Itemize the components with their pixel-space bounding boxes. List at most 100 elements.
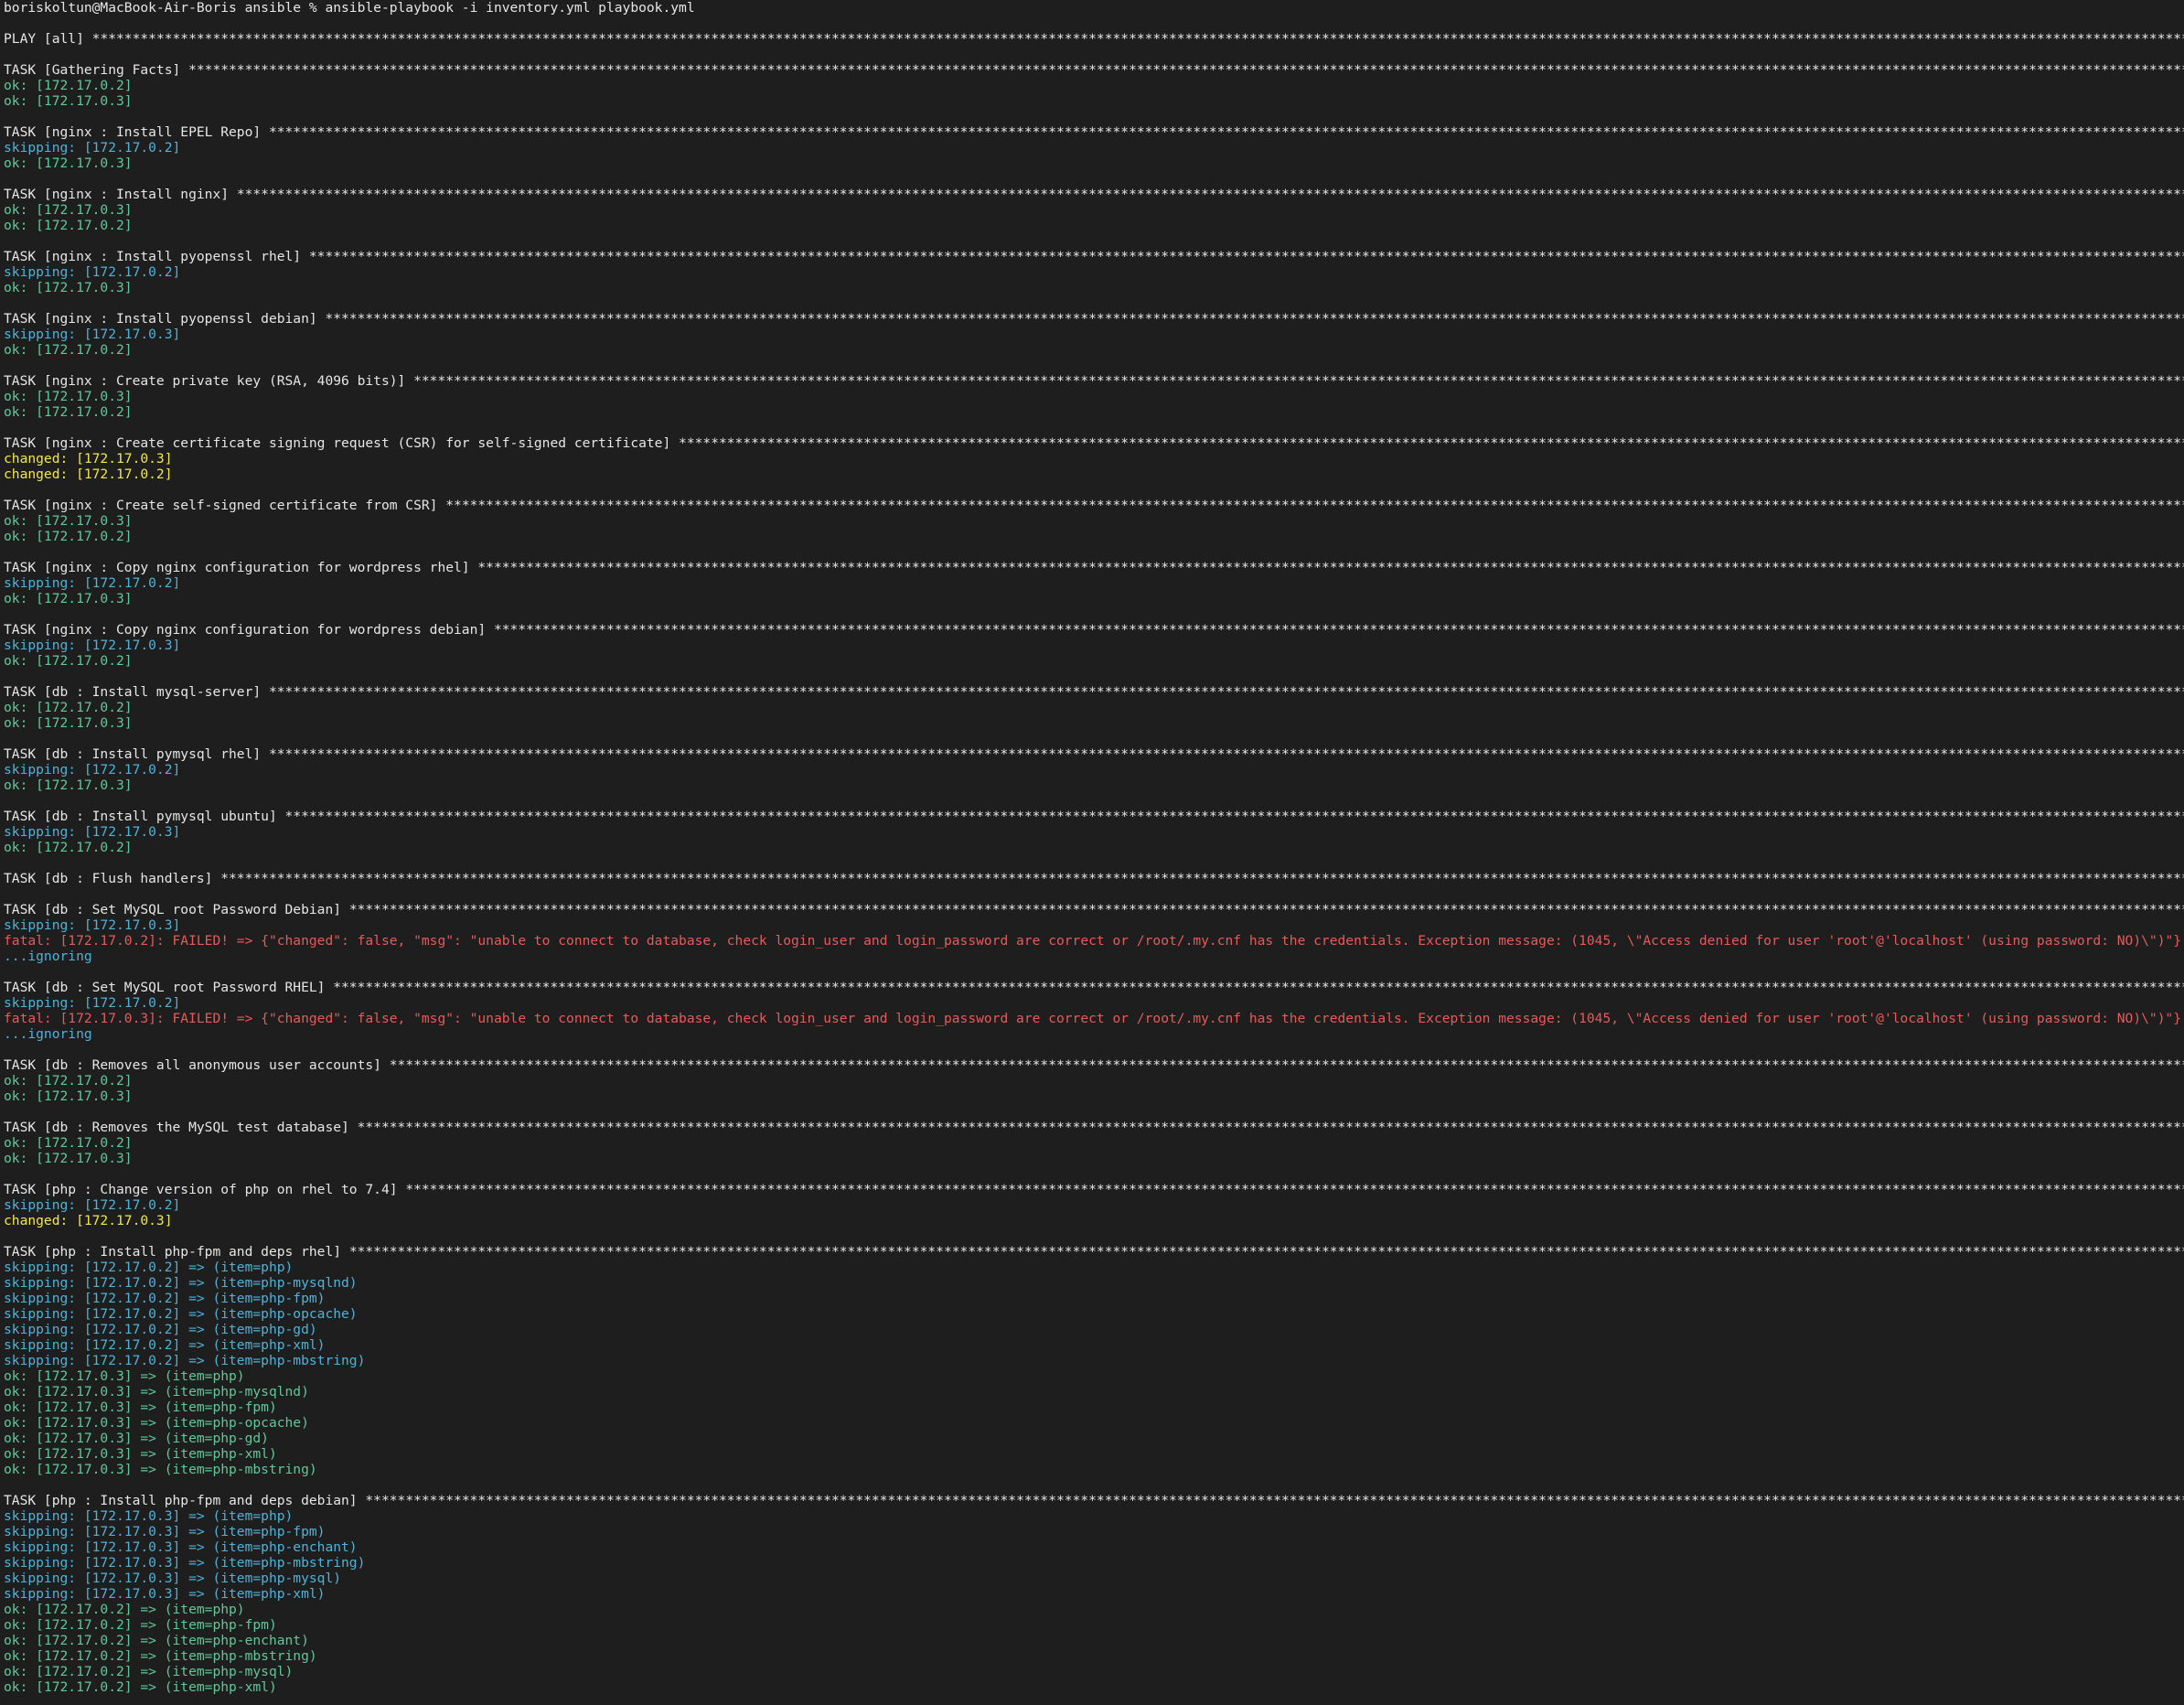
fatal-error-line: fatal: [172.17.0.2]: FAILED! => {"change… xyxy=(4,933,2184,949)
ok-result-line: ok: [172.17.0.3] => (item=php-gd) xyxy=(4,1431,2184,1446)
skipping-result-line: skipping: [172.17.0.2] xyxy=(4,1197,2184,1213)
task-header-line-text: TASK [nginx : Create private key (RSA, 4… xyxy=(4,373,414,389)
skipping-result-line-text: skipping: [172.17.0.3] xyxy=(4,638,181,653)
ok-result-line-text: ok: [172.17.0.2] => (item=php) xyxy=(4,1602,245,1617)
ok-result-line-text: ok: [172.17.0.2] xyxy=(4,342,133,358)
ok-result-line: ok: [172.17.0.2] xyxy=(4,342,2184,358)
ok-result-line-text: ok: [172.17.0.2] xyxy=(4,700,133,715)
ok-result-line: ok: [172.17.0.3] => (item=php-mbstring) xyxy=(4,1462,2184,1477)
ok-result-line-text: ok: [172.17.0.2] => (item=php-xml) xyxy=(4,1679,277,1695)
task-header-line: TASK [nginx : Create private key (RSA, 4… xyxy=(4,373,2184,389)
ok-result-line: ok: [172.17.0.2] => (item=php-mbstring) xyxy=(4,1648,2184,1664)
skipping-result-line-text: skipping: [172.17.0.2] => (item=php-gd) xyxy=(4,1322,317,1337)
ok-result-line: ok: [172.17.0.3] xyxy=(4,155,2184,171)
task-header-line-text: PLAY [all] xyxy=(4,31,92,47)
skipping-result-line-text: skipping: [172.17.0.2] xyxy=(4,762,181,777)
skipping-result-line: skipping: [172.17.0.3] => (item=php-ench… xyxy=(4,1539,2184,1555)
ok-result-line-text: ok: [172.17.0.3] => (item=php-gd) xyxy=(4,1431,269,1446)
header-separator-stars: ****************************************… xyxy=(220,871,2184,886)
ok-result-line: ok: [172.17.0.3] => (item=php-xml) xyxy=(4,1446,2184,1462)
skipping-result-line: skipping: [172.17.0.3] => (item=php) xyxy=(4,1508,2184,1524)
skipping-result-line: skipping: [172.17.0.2] xyxy=(4,264,2184,280)
skipping-result-line-text: skipping: [172.17.0.3] => (item=php-mysq… xyxy=(4,1571,342,1586)
ok-result-line-text: ok: [172.17.0.3] => (item=php-fpm) xyxy=(4,1399,277,1415)
ok-result-line: ok: [172.17.0.2] xyxy=(4,529,2184,544)
ok-result-line-text: ok: [172.17.0.2] => (item=php-mbstring) xyxy=(4,1648,317,1664)
skipping-result-line: skipping: [172.17.0.2] => (item=php-mysq… xyxy=(4,1275,2184,1291)
skipping-result-line: skipping: [172.17.0.2] => (item=php-gd) xyxy=(4,1322,2184,1337)
ok-result-line: ok: [172.17.0.2] xyxy=(4,1073,2184,1088)
ok-result-line: ok: [172.17.0.2] => (item=php-mysql) xyxy=(4,1664,2184,1679)
task-header-line-text: TASK [db : Removes the MySQL test databa… xyxy=(4,1120,358,1135)
ok-result-line-text: ok: [172.17.0.2] xyxy=(4,1073,133,1088)
ok-result-line-text: ok: [172.17.0.3] xyxy=(4,591,133,606)
ok-result-line-text: ok: [172.17.0.2] xyxy=(4,653,133,669)
ok-result-line: ok: [172.17.0.2] => (item=php-enchant) xyxy=(4,1633,2184,1648)
ok-result-line-text: ok: [172.17.0.3] xyxy=(4,777,133,793)
task-header-line: TASK [db : Flush handlers] *************… xyxy=(4,871,2184,886)
ok-result-line: ok: [172.17.0.3] => (item=php-mysqlnd) xyxy=(4,1384,2184,1399)
changed-result-line-text: changed: [172.17.0.3] xyxy=(4,451,173,466)
ok-result-line: ok: [172.17.0.2] xyxy=(4,653,2184,669)
terminal-output[interactable]: boriskoltun@MacBook-Air-Boris ansible % … xyxy=(0,0,2184,1705)
fatal-error-line-text: fatal: [172.17.0.2]: FAILED! => {"change… xyxy=(4,933,2182,949)
task-header-line-text: TASK [Gathering Facts] xyxy=(4,62,189,78)
header-separator-stars: ****************************************… xyxy=(188,62,2184,78)
ok-result-line-text: ok: [172.17.0.3] => (item=php) xyxy=(4,1368,245,1384)
ok-result-line: ok: [172.17.0.2] xyxy=(4,404,2184,420)
task-header-line-text: TASK [php : Change version of php on rhe… xyxy=(4,1182,406,1197)
skipping-result-line: skipping: [172.17.0.3] xyxy=(4,638,2184,653)
header-separator-stars: ****************************************… xyxy=(333,980,2184,995)
ok-result-line-text: ok: [172.17.0.2] xyxy=(4,1135,133,1151)
ok-result-line: ok: [172.17.0.2] => (item=php) xyxy=(4,1602,2184,1617)
skipping-result-line-text: skipping: [172.17.0.2] xyxy=(4,264,181,280)
skipping-result-line: skipping: [172.17.0.2] xyxy=(4,762,2184,777)
header-separator-stars: ****************************************… xyxy=(477,560,2184,575)
header-separator-stars: ****************************************… xyxy=(357,1120,2184,1135)
skipping-result-line: skipping: [172.17.0.3] => (item=php-mysq… xyxy=(4,1571,2184,1586)
ignoring-line-text: ...ignoring xyxy=(4,1026,92,1042)
ok-result-line: ok: [172.17.0.3] xyxy=(4,715,2184,731)
header-separator-stars: ****************************************… xyxy=(365,1493,2184,1508)
task-header-line: PLAY [all] *****************************… xyxy=(4,31,2184,47)
skipping-result-line-text: skipping: [172.17.0.2] => (item=php-xml) xyxy=(4,1337,326,1353)
header-separator-stars: ****************************************… xyxy=(236,187,2184,202)
ok-result-line-text: ok: [172.17.0.3] xyxy=(4,93,133,109)
ok-result-line: ok: [172.17.0.3] xyxy=(4,1151,2184,1166)
task-header-line-text: TASK [nginx : Copy nginx configuration f… xyxy=(4,622,494,638)
task-header-line: TASK [db : Install pymysql rhel] *******… xyxy=(4,746,2184,762)
ok-result-line-text: ok: [172.17.0.2] xyxy=(4,529,133,544)
fatal-error-line: fatal: [172.17.0.3]: FAILED! => {"change… xyxy=(4,1011,2184,1026)
task-header-line: TASK [db : Set MySQL root Password Debia… xyxy=(4,902,2184,917)
ok-result-line-text: ok: [172.17.0.3] => (item=php-opcache) xyxy=(4,1415,309,1431)
task-header-line-text: TASK [nginx : Install nginx] xyxy=(4,187,237,202)
skipping-result-line: skipping: [172.17.0.2] => (item=php-mbst… xyxy=(4,1353,2184,1368)
ok-result-line: ok: [172.17.0.3] xyxy=(4,777,2184,793)
ok-result-line-text: ok: [172.17.0.3] xyxy=(4,202,133,218)
skipping-result-line-text: skipping: [172.17.0.3] xyxy=(4,917,181,933)
task-header-line: TASK [db : Install pymysql ubuntu] *****… xyxy=(4,809,2184,824)
ok-result-line: ok: [172.17.0.3] xyxy=(4,389,2184,404)
changed-result-line: changed: [172.17.0.3] xyxy=(4,1213,2184,1228)
skipping-result-line-text: skipping: [172.17.0.3] => (item=php-fpm) xyxy=(4,1524,326,1539)
ok-result-line: ok: [172.17.0.3] xyxy=(4,93,2184,109)
skipping-result-line-text: skipping: [172.17.0.2] => (item=php-fpm) xyxy=(4,1291,326,1306)
ok-result-line: ok: [172.17.0.2] xyxy=(4,218,2184,233)
task-header-line-text: TASK [db : Install pymysql ubuntu] xyxy=(4,809,285,824)
task-header-line: TASK [db : Set MySQL root Password RHEL]… xyxy=(4,980,2184,995)
ok-result-line-text: ok: [172.17.0.3] => (item=php-mysqlnd) xyxy=(4,1384,309,1399)
ok-result-line: ok: [172.17.0.2] xyxy=(4,700,2184,715)
ok-result-line: ok: [172.17.0.3] xyxy=(4,1088,2184,1104)
